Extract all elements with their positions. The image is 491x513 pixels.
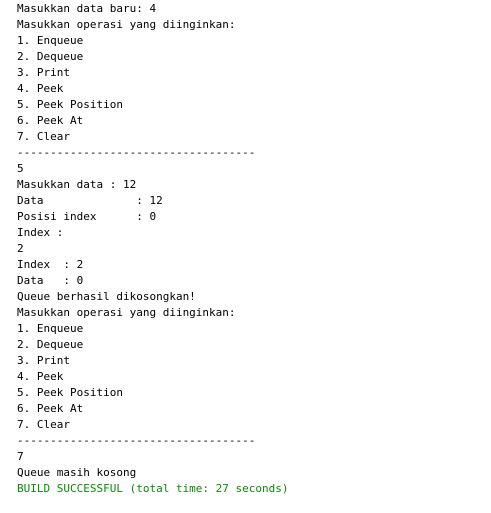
console-input-line: 2 [17, 242, 24, 255]
output-console[interactable]: Masukkan data baru: 4 Masukkan operasi y… [0, 0, 491, 513]
console-input-line: 5 [17, 162, 24, 175]
console-line: 7. Clear [17, 130, 70, 143]
console-line: 2. Dequeue [17, 50, 84, 63]
console-line: Index : [17, 226, 64, 239]
console-separator: ------------------------------------ [17, 434, 256, 447]
console-line: 6. Peek At [17, 402, 84, 415]
console-line: 3. Print [17, 66, 70, 79]
console-line: 4. Peek [17, 82, 64, 95]
console-line: 7. Clear [17, 418, 70, 431]
console-line: 1. Enqueue [17, 34, 84, 47]
console-line: Masukkan operasi yang diinginkan: [17, 18, 236, 31]
build-status-line: BUILD SUCCESSFUL (total time: 27 seconds… [17, 482, 289, 495]
console-line: Data : 12 [17, 194, 163, 207]
console-line: 4. Peek [17, 370, 64, 383]
console-line: 1. Enqueue [17, 322, 84, 335]
console-line: Index : 2 [17, 258, 84, 271]
console-line: 2. Dequeue [17, 338, 84, 351]
console-line: Queue berhasil dikosongkan! [17, 290, 196, 303]
console-line: 3. Print [17, 354, 70, 367]
console-line: Posisi index : 0 [17, 210, 157, 223]
console-line: 5. Peek Position [17, 98, 123, 111]
console-input-line: 7 [17, 450, 24, 463]
console-line: Masukkan data : 12 [17, 178, 137, 191]
console-line: Masukkan data baru: 4 [17, 2, 157, 15]
console-line: Masukkan operasi yang diinginkan: [17, 306, 236, 319]
console-separator: ------------------------------------ [17, 146, 256, 159]
console-line: 5. Peek Position [17, 386, 123, 399]
console-line: Queue masih kosong [17, 466, 137, 479]
console-line: 6. Peek At [17, 114, 84, 127]
console-line: Data : 0 [17, 274, 84, 287]
